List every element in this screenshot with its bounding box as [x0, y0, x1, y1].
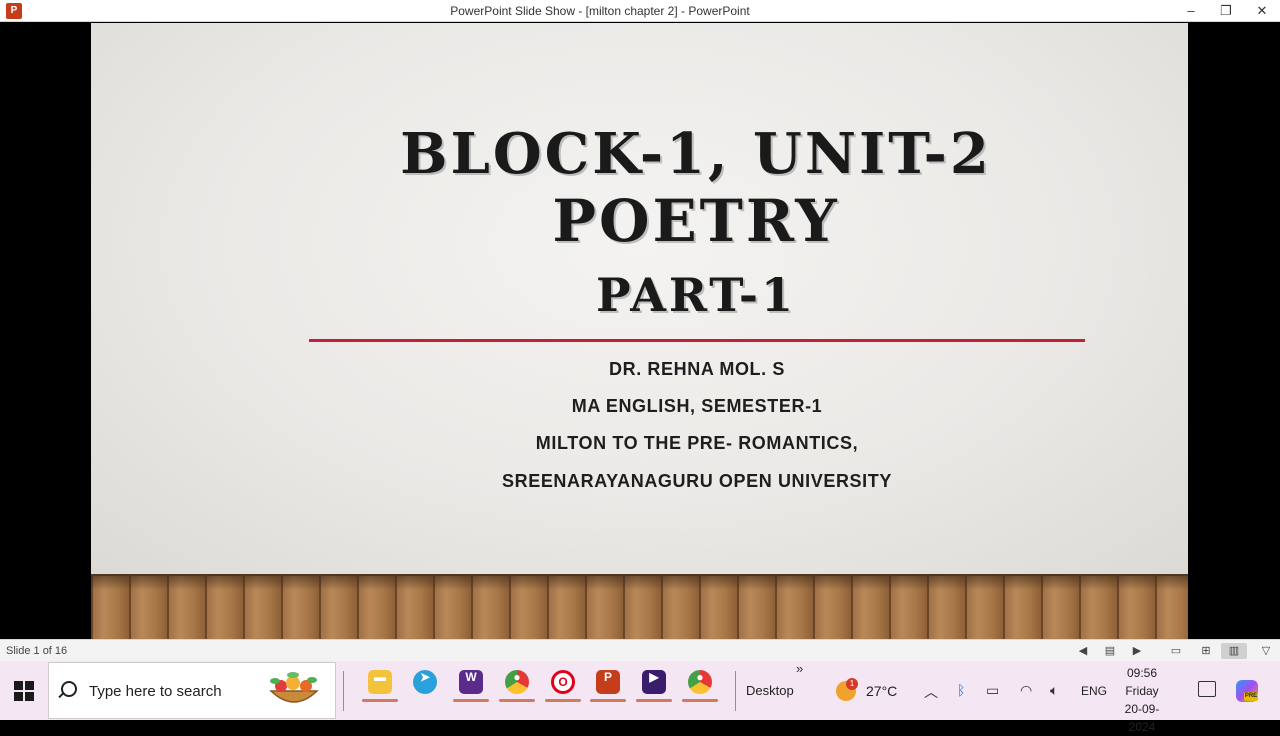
restore-button[interactable]: ❐: [1210, 0, 1242, 22]
subtitle-paper: MILTON TO THE PRE- ROMANTICS,: [535, 433, 859, 453]
slideshow-icon[interactable]: ▽: [1258, 643, 1274, 659]
slide[interactable]: BLOCK-1, UNIT-2 POETRY PART-1 DR. REHNA …: [91, 23, 1188, 639]
show-hidden-icons-icon[interactable]: ︿: [924, 682, 938, 702]
powerpoint-taskbar-icon[interactable]: P: [596, 670, 620, 694]
reading-view-icon[interactable]: ▥: [1221, 643, 1247, 659]
windows-taskbar: Type here to search ▬ ➤ W ● O P ▶ ● Desk…: [0, 661, 1280, 734]
subtitle-author: DR. REHNA MOL. S: [609, 359, 785, 379]
accent-rule: [309, 339, 1085, 342]
subtitle-course: MA ENGLISH, SEMESTER-1: [571, 396, 823, 416]
normal-view-icon[interactable]: ▭: [1168, 643, 1184, 659]
slideshow-status-bar: Slide 1 of 16 ◀ ▤ ▶ ▭ ⊞ ▥ ▽: [0, 639, 1280, 661]
menu-icon[interactable]: ▤: [1102, 643, 1118, 659]
clock-time: 09:56: [1126, 666, 1158, 680]
temperature[interactable]: 27°C: [866, 683, 897, 699]
desktop-toolbar-label[interactable]: Desktop: [746, 683, 794, 698]
bluetooth-icon[interactable]: ᛒ: [957, 682, 965, 698]
subtitle-university: SREENARAYANAGURU OPEN UNIVERSITY: [502, 471, 892, 491]
running-indicator: [499, 699, 535, 702]
video-editor-icon[interactable]: W: [459, 670, 483, 694]
file-explorer-icon[interactable]: ▬: [368, 670, 392, 694]
opera-icon[interactable]: O: [551, 670, 575, 694]
floor-shadow: [91, 574, 1188, 590]
search-placeholder: Type here to search: [89, 683, 222, 700]
running-indicator: [453, 699, 489, 702]
windows-start-button[interactable]: [14, 681, 34, 701]
close-button[interactable]: ✕: [1246, 0, 1278, 22]
taskbar-separator: [735, 671, 736, 711]
language-indicator[interactable]: ENG: [1081, 684, 1107, 698]
slide-title-line-3: PART-1: [595, 268, 797, 322]
slide-sorter-icon[interactable]: ⊞: [1198, 643, 1214, 659]
running-indicator: [545, 699, 581, 702]
copilot-pre-badge: PRE: [1244, 692, 1258, 701]
running-indicator: [362, 699, 398, 702]
media-player-icon[interactable]: ▶: [642, 670, 666, 694]
wifi-icon[interactable]: ◠: [1020, 682, 1032, 699]
running-indicator: [636, 699, 672, 702]
slide-title-line-2: POETRY: [552, 187, 840, 255]
volume-icon[interactable]: 🔈︎: [1050, 682, 1058, 699]
running-indicator: [590, 699, 626, 702]
slide-title-line-1: BLOCK-1, UNIT-2: [400, 121, 992, 187]
battery-icon[interactable]: ▭: [986, 682, 999, 699]
next-icon[interactable]: ▶: [1129, 643, 1145, 659]
slide-counter: Slide 1 of 16: [6, 645, 68, 657]
system-clock[interactable]: 09:56 Friday 20-09-2024: [1112, 664, 1172, 736]
notification-icon[interactable]: [1198, 681, 1216, 697]
taskbar-separator: [343, 671, 344, 711]
clock-date: 20-09-2024: [1124, 702, 1160, 734]
telegram-icon[interactable]: ➤: [413, 670, 437, 694]
chrome-profile-icon[interactable]: ●: [688, 670, 712, 694]
chrome-icon[interactable]: ●: [505, 670, 529, 694]
search-icon: [61, 681, 77, 697]
minimize-button[interactable]: –: [1175, 0, 1207, 22]
toolbar-expand-icon[interactable]: »: [796, 661, 803, 676]
fruit-basket-icon: [269, 672, 319, 703]
clock-day: Friday: [1125, 684, 1159, 698]
weather-alert-badge: 1: [846, 678, 858, 690]
taskbar-search-box[interactable]: Type here to search: [48, 662, 336, 719]
slideshow-stage[interactable]: BLOCK-1, UNIT-2 POETRY PART-1 DR. REHNA …: [0, 23, 1280, 639]
previous-icon[interactable]: ◀: [1075, 643, 1091, 659]
window-title-bar: P PowerPoint Slide Show - [milton chapte…: [0, 0, 1280, 22]
running-indicator: [682, 699, 718, 702]
window-title: PowerPoint Slide Show - [milton chapter …: [450, 4, 750, 18]
